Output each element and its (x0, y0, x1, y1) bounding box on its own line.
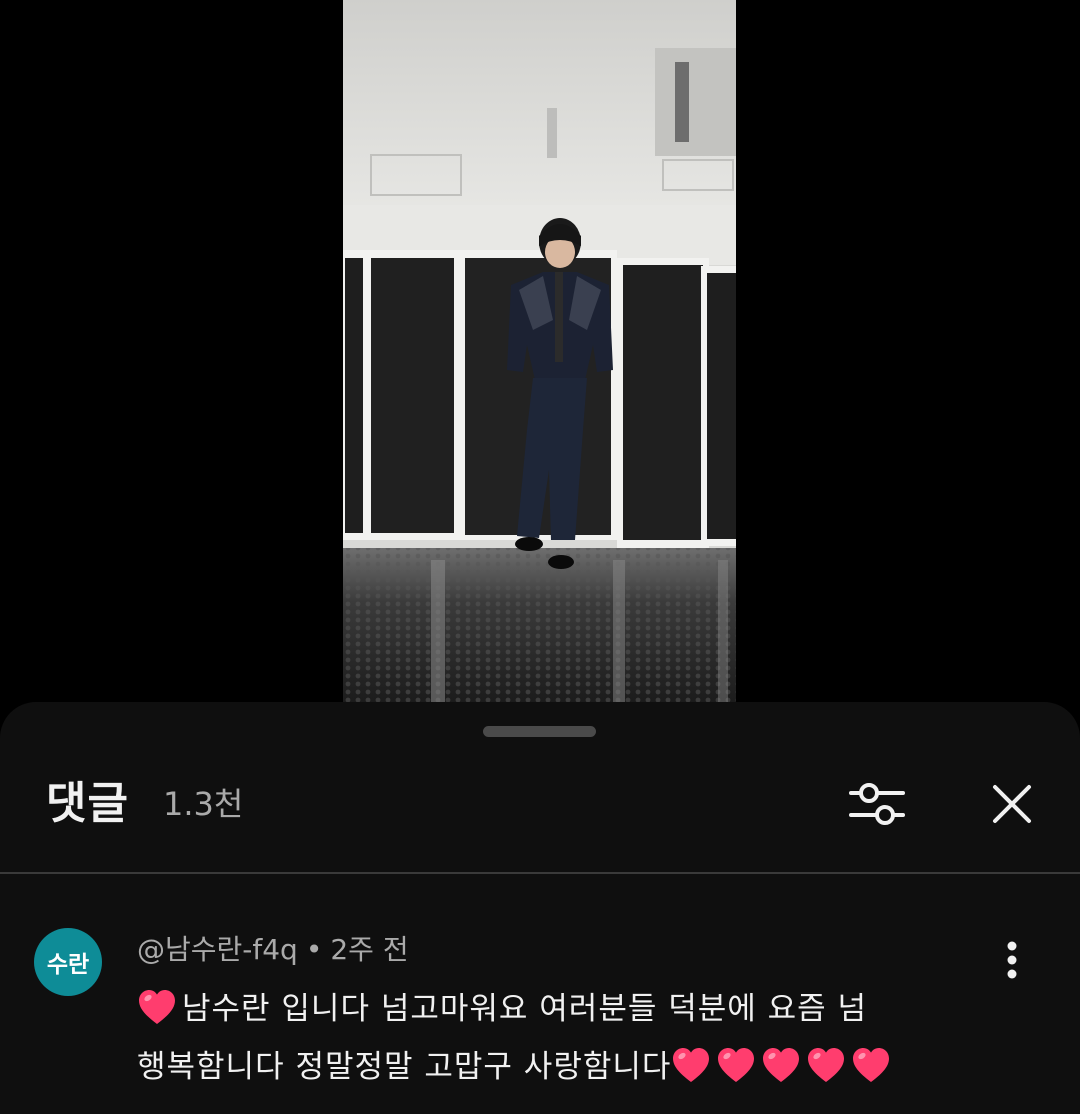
video-scene (343, 0, 736, 702)
filter-button[interactable] (842, 772, 912, 836)
comment-author[interactable]: @남수란-f4q (137, 933, 298, 966)
comment-line-1-text: 남수란 입니다 넘고마워요 여러분들 덕분에 요즘 넘 (182, 991, 868, 1027)
sliders-icon (849, 783, 905, 825)
comments-count: 1.3천 (163, 785, 244, 823)
heart-icon (673, 1048, 710, 1082)
comment-line-2: 행복함니다 정말정말 고맙구 사랑함니다 (137, 1038, 937, 1096)
trailing-hearts (671, 1048, 896, 1085)
comment-meta: @남수란-f4q • 2주 전 (137, 930, 409, 970)
heart-icon (763, 1048, 800, 1082)
comment-line-1: 남수란 입니다 넘고마워요 여러분들 덕분에 요즘 넘 (137, 980, 937, 1038)
heart-icon (139, 990, 175, 1024)
comments-sheet: 댓글 1.3천 수란 @남수란-f4q • 2주 전 남수란 입니다 넘고마워요… (0, 702, 1080, 1114)
comment-text: 남수란 입니다 넘고마워요 여러분들 덕분에 요즘 넘 행복함니다 정말정말 고… (137, 980, 937, 1096)
comment-line-2-text: 행복함니다 정말정말 고맙구 사랑함니다 (137, 1049, 672, 1085)
video-player[interactable] (0, 0, 1080, 702)
more-options-button[interactable] (992, 936, 1032, 984)
heart-icon (718, 1048, 755, 1082)
leading-hearts (137, 990, 182, 1027)
avatar-text: 수란 (46, 952, 90, 978)
video-frame[interactable] (343, 0, 736, 702)
comment-item: 수란 @남수란-f4q • 2주 전 남수란 입니다 넘고마워요 여러분들 덕분에 … (0, 874, 1080, 1114)
more-vert-icon (1007, 941, 1017, 979)
comments-title: 댓글 (46, 778, 129, 829)
close-button[interactable] (980, 772, 1044, 836)
heart-icon (808, 1048, 845, 1082)
drag-handle[interactable] (483, 726, 596, 737)
comment-time: 2주 전 (330, 933, 409, 966)
close-icon (993, 785, 1031, 823)
heart-icon (853, 1048, 890, 1082)
meta-separator: • (305, 933, 323, 966)
avatar[interactable]: 수란 (34, 928, 102, 996)
